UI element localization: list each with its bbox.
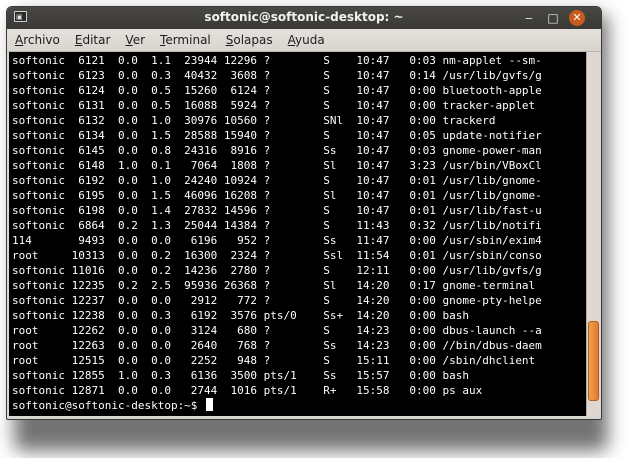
minimize-button[interactable]: ‒ bbox=[521, 10, 537, 26]
menu-archivo[interactable]: Archivo bbox=[8, 33, 67, 47]
shell-prompt: softonic@softonic-desktop:~$ bbox=[12, 399, 205, 412]
title-bar[interactable]: ▣ softonic@softonic-desktop: ~ ‒ □ ✕ bbox=[7, 7, 601, 29]
terminal-window: ▣ softonic@softonic-desktop: ~ ‒ □ ✕ Arc… bbox=[6, 6, 602, 420]
terminal-line: softonic 6198 0.0 1.4 27832 14596 ? S 10… bbox=[12, 204, 542, 217]
terminal-line: softonic 6195 0.0 1.5 46096 16208 ? Sl 1… bbox=[12, 189, 542, 202]
terminal-line: softonic 6123 0.0 0.3 40432 3608 ? S 10:… bbox=[12, 69, 542, 82]
terminal-line: softonic 12855 1.0 0.3 6136 3500 pts/1 S… bbox=[12, 369, 469, 382]
text-cursor bbox=[206, 398, 214, 411]
menu-ayuda[interactable]: Ayuda bbox=[281, 33, 332, 47]
menu-editar[interactable]: Editar bbox=[68, 33, 118, 47]
terminal-output[interactable]: softonic 6121 0.0 1.1 23944 12296 ? S 10… bbox=[9, 52, 586, 416]
terminal-line: softonic 12238 0.0 0.3 6192 3576 pts/0 S… bbox=[12, 309, 469, 322]
terminal-line: softonic 6124 0.0 0.5 15260 6124 ? S 10:… bbox=[12, 84, 542, 97]
terminal-line: softonic 12235 0.2 2.5 95936 26368 ? Sl … bbox=[12, 279, 536, 292]
terminal-line: softonic 6145 0.0 0.8 24316 8916 ? Ss 10… bbox=[12, 144, 542, 157]
terminal-line: root 12515 0.0 0.0 2252 948 ? S 15:11 0:… bbox=[12, 354, 536, 367]
terminal-line: softonic 6131 0.0 0.5 16088 5924 ? S 10:… bbox=[12, 99, 536, 112]
terminal-line: softonic 12871 0.0 0.0 2744 1016 pts/1 R… bbox=[12, 384, 483, 397]
menu-bar: Archivo Editar Ver Terminal Solapas Ayud… bbox=[7, 29, 601, 52]
close-button[interactable]: ✕ bbox=[569, 10, 585, 26]
terminal-line: softonic 6192 0.0 1.0 24240 10924 ? S 10… bbox=[12, 174, 542, 187]
terminal-line: softonic 11016 0.0 0.2 14236 2780 ? S 12… bbox=[12, 264, 542, 277]
terminal-line: softonic 12237 0.0 0.0 2912 772 ? S 14:2… bbox=[12, 294, 542, 307]
terminal-line: root 10313 0.0 0.2 16300 2324 ? Ssl 11:5… bbox=[12, 249, 542, 262]
window-title: softonic@softonic-desktop: ~ bbox=[204, 10, 404, 24]
terminal-line: root 12262 0.0 0.0 3124 680 ? S 14:23 0:… bbox=[12, 324, 542, 337]
terminal-line: 114 9493 0.0 0.0 6196 952 ? Ss 11:47 0:0… bbox=[12, 234, 542, 247]
menu-terminal[interactable]: Terminal bbox=[153, 33, 218, 47]
menu-solapas[interactable]: Solapas bbox=[219, 33, 280, 47]
prompt-line[interactable]: softonic@softonic-desktop:~$ bbox=[12, 398, 586, 413]
maximize-button[interactable]: □ bbox=[545, 10, 561, 26]
terminal-line: softonic 6864 0.2 1.3 25044 14384 ? S 11… bbox=[12, 219, 542, 232]
scrollbar-thumb[interactable] bbox=[588, 321, 599, 401]
terminal-line: softonic 6148 1.0 0.1 7064 1808 ? Sl 10:… bbox=[12, 159, 542, 172]
menu-ver[interactable]: Ver bbox=[118, 33, 152, 47]
terminal-line: softonic 6132 0.0 1.0 30976 10560 ? SNl … bbox=[12, 114, 496, 127]
terminal-line: softonic 6134 0.0 1.5 28588 15940 ? S 10… bbox=[12, 129, 542, 142]
terminal-line: root 12263 0.0 0.0 2640 768 ? Ss 14:23 0… bbox=[12, 339, 542, 352]
terminal-line: softonic 6121 0.0 1.1 23944 12296 ? S 10… bbox=[12, 54, 542, 67]
vertical-scrollbar[interactable] bbox=[586, 52, 600, 416]
